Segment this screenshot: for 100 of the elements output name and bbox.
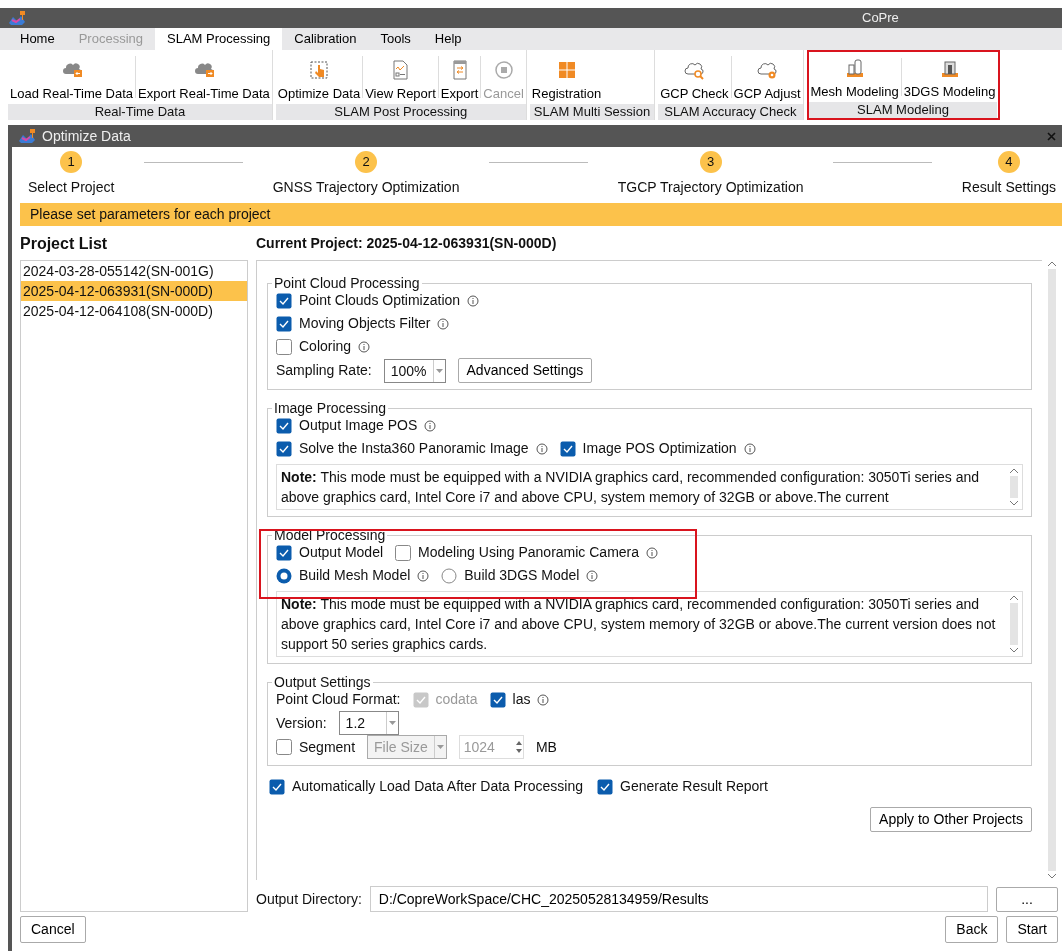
checkbox-label[interactable]: Coloring [299, 336, 352, 357]
checkbox[interactable] [276, 544, 292, 561]
field-label: Sampling Rate: [276, 361, 372, 380]
dialog-title: Optimize Data [42, 126, 131, 146]
field-label: Point Cloud Format: [276, 690, 401, 709]
checkbox[interactable] [276, 440, 292, 457]
info-icon[interactable] [358, 340, 371, 353]
scroll-down-icon[interactable] [1009, 647, 1019, 654]
info-icon[interactable] [417, 569, 430, 582]
note-text: Note: This mode must be equipped with a NVIDIA graphics card, recommended configuration: 3050Ti series and above graphics card, Intel Core i7 and above CPU, system memory of 32GB or above.The current [281, 468, 981, 507]
checkbox-label[interactable]: Output Model [299, 542, 384, 563]
menu-tab[interactable]: Help [422, 28, 474, 50]
menu-tab[interactable]: Calibration [282, 28, 369, 50]
info-icon[interactable] [646, 546, 659, 559]
checkbox[interactable] [269, 778, 285, 795]
checkbox[interactable] [559, 440, 576, 457]
checkbox-label[interactable]: Moving Objects Filter [299, 313, 431, 334]
step-label: Result Settings [961, 178, 1056, 197]
close-icon[interactable] [1047, 131, 1056, 141]
checkbox-label[interactable]: Modeling Using Panoramic Camera [418, 542, 640, 563]
radio-button[interactable] [441, 567, 458, 584]
radio-label[interactable]: Build 3DGS Model [464, 565, 580, 586]
step-number: 2 [355, 151, 378, 173]
radio-label[interactable]: Build Mesh Model [299, 565, 411, 586]
cloud-icon [61, 60, 82, 80]
group-label: Real-Time Data [8, 104, 272, 120]
step-label: Select Project [28, 178, 115, 197]
scroll-down-icon[interactable] [1009, 500, 1019, 507]
checkbox-label[interactable]: Image POS Optimization [582, 438, 737, 459]
checkbox[interactable] [395, 544, 412, 561]
info-icon[interactable] [586, 569, 599, 582]
field-label: Output Directory: [256, 889, 362, 909]
scroll-up-icon[interactable] [1009, 467, 1019, 474]
app-logo-icon [18, 128, 36, 144]
checkbox[interactable] [597, 778, 614, 795]
apply-button[interactable]: Apply to Other Projects [870, 807, 1032, 832]
checkbox-label[interactable]: Generate Result Report [620, 776, 768, 797]
checkbox-label[interactable]: Solve the Insta360 Panoramic Image [299, 438, 529, 459]
checkbox[interactable] [276, 417, 292, 434]
checkbox-label[interactable]: Output Image POS [299, 415, 418, 436]
dropdown[interactable]: 100% [383, 358, 446, 383]
browse-button[interactable]: ... [996, 886, 1058, 912]
document-icon [390, 60, 411, 80]
current-project-label: Current Project: 2025-04-12-063931(SN-000D) [256, 234, 558, 253]
checkbox[interactable] [276, 315, 292, 332]
cloud-icon [193, 60, 214, 80]
scroll-down-icon[interactable] [1047, 873, 1057, 880]
number-field: 1024 [458, 735, 524, 759]
project-item[interactable]: 2025-04-12-064108(SN-000D) [21, 301, 247, 321]
scroll-up-icon[interactable] [1047, 260, 1057, 267]
radio-button[interactable] [276, 567, 292, 584]
info-icon[interactable] [743, 442, 756, 455]
cancel-button[interactable]: Cancel [20, 916, 86, 943]
checkbox-label[interactable]: las [512, 689, 531, 710]
info-icon[interactable] [535, 442, 548, 455]
window-title: CoPre [862, 9, 899, 28]
stop-icon [493, 60, 514, 80]
checkbox[interactable] [489, 691, 506, 708]
caret-icon [435, 368, 443, 373]
field-label: MB [535, 737, 557, 757]
app-logo-icon [8, 10, 26, 26]
checkbox-label[interactable]: Segment [299, 736, 356, 758]
step-number: 4 [997, 151, 1020, 173]
note-text: Note: This mode must be equipped with a NVIDIA graphics card, recommended configuration: 3050Ti series and above graphics card, Intel Core i7 and above CPU, system memory of 32GB or above.The current version does not support 50 series graphics cards. [281, 595, 997, 654]
start-button[interactable]: Start [1006, 916, 1058, 943]
group-label: SLAM Multi Session [529, 104, 655, 120]
info-icon[interactable] [537, 693, 550, 706]
info-icon[interactable] [437, 317, 450, 330]
menu-tab[interactable]: Tools [368, 28, 423, 50]
checkbox[interactable] [276, 292, 292, 309]
list-heading: Project List [20, 234, 109, 254]
project-item[interactable]: 2024-03-28-055142(SN-001G) [21, 261, 247, 281]
checkbox[interactable] [276, 739, 292, 755]
group-title: Point Cloud Processing [273, 275, 421, 291]
info-icon[interactable] [467, 294, 480, 307]
checkbox-label[interactable]: Point Clouds Optimization [299, 290, 461, 311]
group-label: SLAM Post Processing [275, 104, 526, 120]
menu-tab[interactable]: Home [8, 28, 67, 50]
group-title: Output Settings [273, 674, 372, 690]
step-number: 1 [60, 151, 83, 173]
checkbox[interactable] [276, 338, 292, 355]
info-icon[interactable] [424, 419, 437, 432]
group-label: SLAM Accuracy Check [658, 104, 803, 120]
path-field[interactable]: D:/CopreWorkSpace/CHC_20250528134959/Results [369, 886, 988, 912]
checkbox-label[interactable]: Automatically Load Data After Data Processing [292, 776, 584, 797]
cursor-icon [309, 60, 329, 80]
back-button[interactable]: Back [945, 916, 999, 943]
cloud-search-icon [684, 60, 705, 80]
building-icon [939, 58, 960, 78]
group-title: Image Processing [273, 400, 388, 416]
caret-icon [388, 721, 396, 725]
step-label: GNSS Trajectory Optimization [272, 178, 460, 197]
project-item[interactable]: 2025-04-12-063931(SN-000D) [21, 281, 247, 301]
dropdown[interactable]: 1.2 [338, 711, 399, 735]
grid-icon [556, 60, 577, 80]
info-banner: Please set parameters for each project [20, 203, 1062, 226]
field-label: Version: [276, 713, 327, 733]
menu-tab[interactable]: SLAM Processing [155, 28, 283, 50]
settings-button[interactable]: Advanced Settings [457, 358, 593, 383]
scroll-up-icon[interactable] [1009, 594, 1019, 601]
